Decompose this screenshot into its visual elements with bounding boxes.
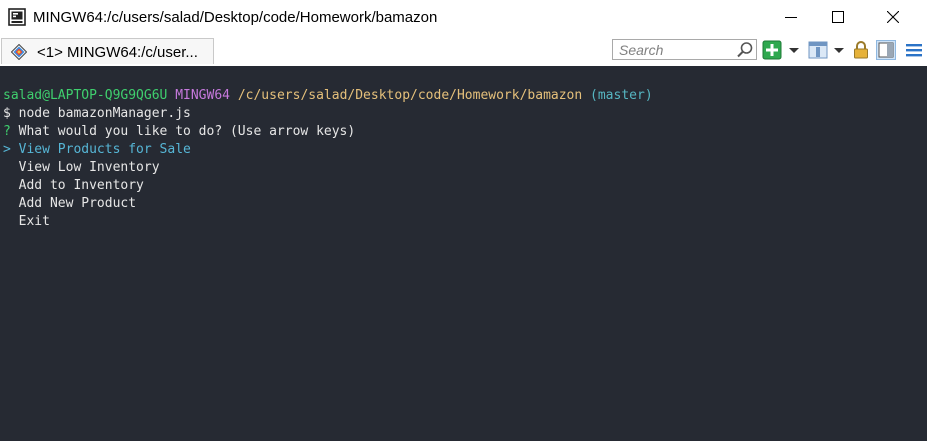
question-text: What would you like to do? (Use arrow ke… bbox=[18, 124, 356, 139]
search-box[interactable] bbox=[612, 39, 757, 60]
terminal-window: MINGW64:/c/users/salad/Desktop/code/Home… bbox=[0, 0, 927, 441]
window-title: MINGW64:/c/users/salad/Desktop/code/Home… bbox=[33, 9, 438, 26]
option-label: View Products for Sale bbox=[18, 142, 191, 157]
menu-option-selected[interactable]: > View Products for Sale bbox=[3, 141, 191, 159]
search-input[interactable] bbox=[613, 40, 737, 59]
tab-bar: <1> MINGW64:/c/user... bbox=[0, 36, 927, 66]
chevron-down-icon[interactable] bbox=[788, 40, 800, 60]
panel-icon bbox=[878, 42, 894, 58]
maximize-icon bbox=[832, 11, 844, 23]
question-mark: ? bbox=[3, 124, 11, 139]
selector-arrow: > bbox=[3, 142, 11, 157]
mintty-tab-icon bbox=[11, 44, 27, 60]
menu-option[interactable]: Exit bbox=[3, 213, 50, 231]
maximize-button[interactable] bbox=[815, 0, 861, 34]
search-icon[interactable] bbox=[736, 41, 754, 59]
option-label: Add New Product bbox=[18, 196, 137, 211]
menu-option[interactable]: Add to Inventory bbox=[3, 177, 144, 195]
chevron-down-icon[interactable] bbox=[833, 40, 845, 60]
view-icon[interactable] bbox=[808, 40, 828, 60]
minimize-button[interactable] bbox=[768, 0, 814, 34]
lock-icon[interactable] bbox=[851, 40, 871, 60]
prompt-user: salad@LAPTOP-Q9G9QG6U bbox=[3, 88, 168, 103]
prompt-branch: (master) bbox=[590, 88, 653, 103]
hamburger-menu-icon[interactable] bbox=[904, 40, 924, 60]
close-button[interactable] bbox=[870, 0, 916, 34]
terminal-output[interactable]: salad@LAPTOP-Q9G9QG6U MINGW64 /c/users/s… bbox=[0, 66, 927, 441]
prompt-line: salad@LAPTOP-Q9G9QG6U MINGW64 /c/users/s… bbox=[3, 87, 653, 105]
command-line: $ node bamazonManager.js bbox=[3, 105, 191, 123]
command-text: node bamazonManager.js bbox=[18, 106, 191, 121]
menu-option[interactable]: Add New Product bbox=[3, 195, 136, 213]
plus-icon[interactable] bbox=[762, 40, 782, 60]
session-tab[interactable]: <1> MINGW64:/c/user... bbox=[1, 38, 214, 64]
terminal-app-icon[interactable] bbox=[8, 8, 26, 26]
option-label: View Low Inventory bbox=[18, 160, 160, 175]
prompt-shell: MINGW64 bbox=[175, 88, 230, 103]
option-label: Exit bbox=[18, 214, 50, 229]
close-icon bbox=[887, 11, 899, 23]
menu-option[interactable]: View Low Inventory bbox=[3, 159, 160, 177]
title-bar[interactable]: MINGW64:/c/users/salad/Desktop/code/Home… bbox=[0, 0, 927, 36]
minimize-icon bbox=[785, 17, 797, 18]
command-prefix: $ bbox=[3, 106, 11, 121]
tab-label: <1> MINGW64:/c/user... bbox=[37, 44, 198, 61]
prompt-path: /c/users/salad/Desktop/code/Homework/bam… bbox=[237, 88, 583, 103]
option-label: Add to Inventory bbox=[18, 178, 144, 193]
question-line: ? What would you like to do? (Use arrow … bbox=[3, 123, 355, 141]
panel-toggle-button[interactable] bbox=[876, 40, 896, 60]
